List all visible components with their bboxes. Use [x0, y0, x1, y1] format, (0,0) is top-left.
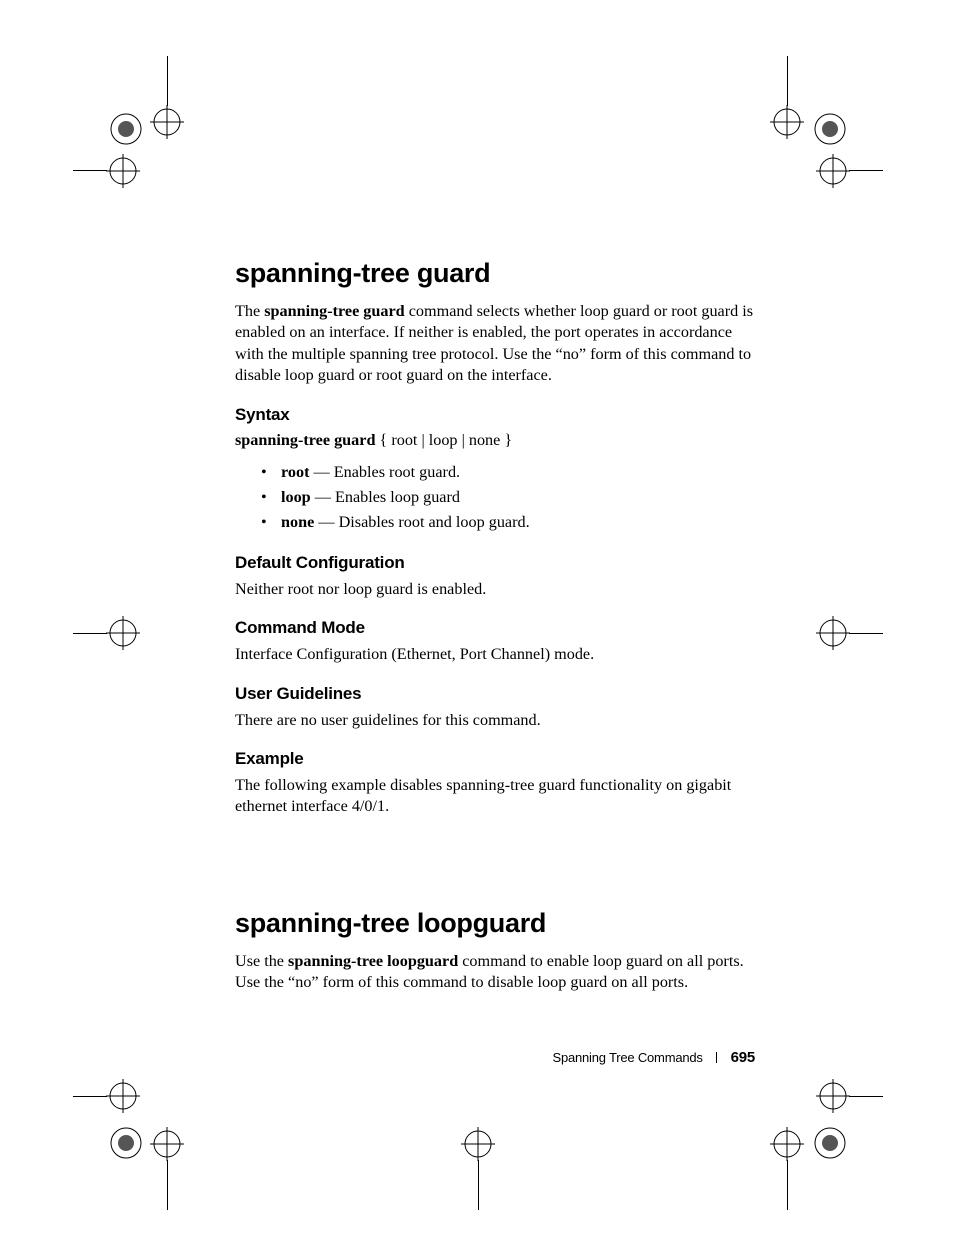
option-name: loop — [281, 488, 311, 506]
crop-mark-icon — [106, 109, 146, 149]
option-name: none — [281, 513, 314, 531]
footer-separator-icon — [716, 1052, 717, 1063]
footer-page-number: 695 — [731, 1049, 755, 1066]
crop-line — [167, 56, 168, 106]
option-loop: loop — Enables loop guard — [281, 485, 755, 510]
crop-mark-icon — [106, 154, 140, 188]
user-guidelines-text: There are no user guidelines for this co… — [235, 710, 755, 731]
intro-paragraph: The spanning-tree guard command selects … — [235, 301, 755, 387]
syntax-options: root — Enables root guard. loop — Enable… — [235, 460, 755, 535]
crop-mark-icon — [461, 1127, 495, 1161]
crop-line — [73, 170, 107, 171]
crop-mark-icon — [816, 1079, 850, 1113]
crop-line — [787, 56, 788, 106]
option-desc: — Enables root guard. — [309, 463, 460, 481]
syntax-rest: { root | loop | none } — [375, 431, 512, 449]
command-mode-text: Interface Configuration (Ethernet, Port … — [235, 644, 755, 665]
crop-line — [849, 170, 883, 171]
crop-line — [849, 1096, 883, 1097]
option-name: root — [281, 463, 309, 481]
crop-mark-icon — [106, 1123, 146, 1163]
subhead-default-config: Default Configuration — [235, 553, 755, 573]
crop-line — [167, 1160, 168, 1210]
page-content: spanning-tree guard The spanning-tree gu… — [235, 258, 755, 1007]
option-none: none — Disables root and loop guard. — [281, 510, 755, 535]
loopguard-paragraph: Use the spanning-tree loopguard command … — [235, 951, 755, 994]
crop-mark-icon — [150, 105, 184, 139]
footer-chapter: Spanning Tree Commands — [552, 1050, 702, 1065]
syntax-line: spanning-tree guard { root | loop | none… — [235, 431, 755, 450]
crop-mark-icon — [810, 109, 850, 149]
crop-line — [478, 1160, 479, 1210]
crop-line — [787, 1160, 788, 1210]
default-config-text: Neither root nor loop guard is enabled. — [235, 579, 755, 600]
subhead-user-guidelines: User Guidelines — [235, 684, 755, 704]
crop-mark-icon — [106, 1079, 140, 1113]
crop-mark-icon — [816, 616, 850, 650]
crop-line — [849, 633, 883, 634]
crop-mark-icon — [810, 1123, 850, 1163]
subhead-command-mode: Command Mode — [235, 618, 755, 638]
crop-mark-icon — [770, 1127, 804, 1161]
page-footer: Spanning Tree Commands 695 — [235, 1049, 755, 1066]
lg-pre: Use the — [235, 952, 288, 970]
option-desc: — Disables root and loop guard. — [314, 513, 529, 531]
heading-spanning-tree-loopguard: spanning-tree loopguard — [235, 908, 755, 939]
crop-mark-icon — [150, 1127, 184, 1161]
heading-spanning-tree-guard: spanning-tree guard — [235, 258, 755, 289]
option-desc: — Enables loop guard — [311, 488, 460, 506]
intro-bold: spanning-tree guard — [264, 302, 404, 320]
intro-pre: The — [235, 302, 264, 320]
syntax-bold: spanning-tree guard — [235, 431, 375, 449]
crop-mark-icon — [106, 616, 140, 650]
subhead-syntax: Syntax — [235, 405, 755, 425]
crop-mark-icon — [816, 154, 850, 188]
crop-mark-icon — [770, 105, 804, 139]
crop-line — [73, 633, 107, 634]
lg-bold: spanning-tree loopguard — [288, 952, 458, 970]
crop-line — [73, 1096, 107, 1097]
option-root: root — Enables root guard. — [281, 460, 755, 485]
example-text: The following example disables spanning-… — [235, 775, 755, 818]
subhead-example: Example — [235, 749, 755, 769]
